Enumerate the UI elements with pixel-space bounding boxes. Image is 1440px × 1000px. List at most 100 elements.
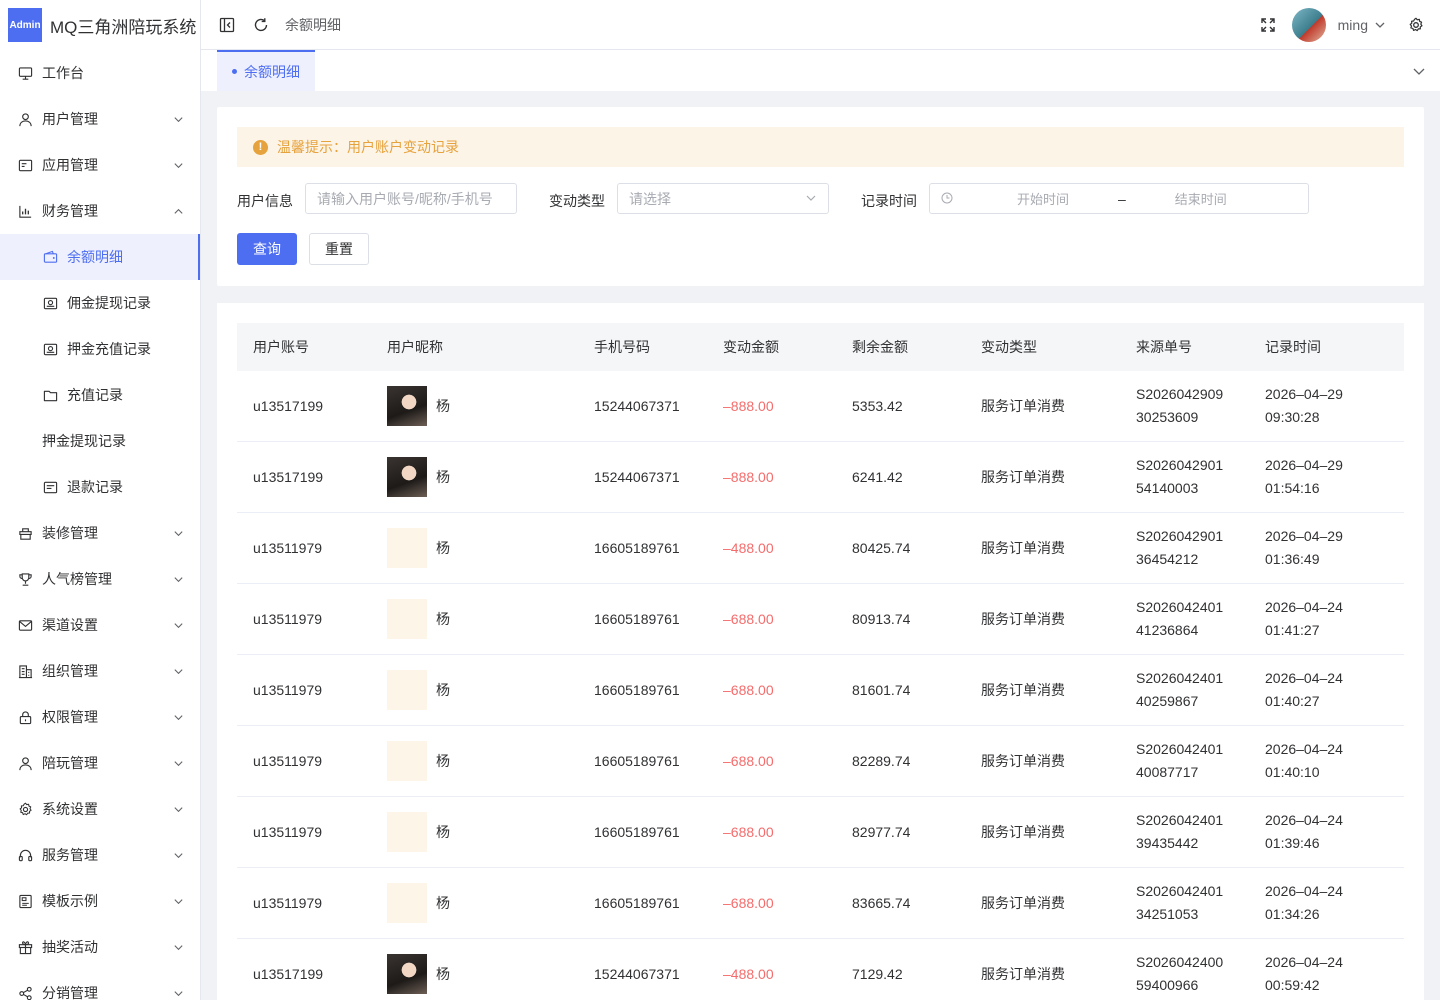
- chevron-up-icon: [172, 205, 184, 217]
- cell-change-amount: –888.00: [723, 469, 774, 485]
- cell-phone: 16605189761: [594, 895, 680, 911]
- cell-change-type: 服务订单消费: [981, 398, 1065, 414]
- cell-change-type: 服务订单消费: [981, 966, 1065, 982]
- source-no-line2: 30253609: [1136, 409, 1199, 425]
- user-avatar-image: [387, 528, 427, 568]
- cell-nickname: 杨: [387, 741, 450, 781]
- sidebar-item-label: 财务管理: [42, 203, 98, 219]
- lock-icon: [17, 709, 33, 725]
- sidebar-item-18[interactable]: 模板示例: [0, 878, 200, 924]
- cell-record-time: 2026–04–24 01:41:27: [1265, 596, 1343, 642]
- cell-source-no: S2026042401 39435442: [1136, 809, 1223, 855]
- sidebar-item-6[interactable]: 押金充值记录: [0, 326, 200, 372]
- cell-change-amount: –688.00: [723, 682, 774, 698]
- avatar[interactable]: [1291, 8, 1326, 42]
- cell-source-no: S2026042901 36454212: [1136, 525, 1223, 571]
- cell-phone: 15244067371: [594, 398, 680, 414]
- sidebar-item-9[interactable]: 退款记录: [0, 464, 200, 510]
- collapse-sidebar-icon[interactable]: [217, 15, 237, 35]
- sidebar-item-0[interactable]: 工作台: [0, 50, 200, 96]
- cell-change-amount: –688.00: [723, 824, 774, 840]
- chevron-down-icon[interactable]: [1370, 15, 1390, 35]
- recharge-icon: [42, 341, 58, 357]
- tab-balance-detail[interactable]: 余额明细: [217, 50, 315, 91]
- nickname-text: 杨: [436, 824, 450, 840]
- cell-change-amount: –688.00: [723, 895, 774, 911]
- app-icon: [17, 157, 33, 173]
- sidebar-item-4[interactable]: 余额明细: [0, 234, 200, 280]
- user-avatar-image: [387, 457, 427, 497]
- search-button[interactable]: 查询: [237, 233, 297, 265]
- sidebar-item-label: 模板示例: [42, 893, 98, 909]
- cell-record-time: 2026–04–29 01:54:16: [1265, 454, 1343, 500]
- cell-nickname: 杨: [387, 528, 450, 568]
- cell-nickname: 杨: [387, 457, 450, 497]
- column-header: 来源单号: [1136, 338, 1192, 355]
- topbar: 余额明细 ming: [201, 0, 1440, 50]
- table-row: u13517199 杨 15244067371 –888.00 5353.42 服务订单消…: [237, 371, 1404, 442]
- sidebar-item-14[interactable]: 权限管理: [0, 694, 200, 740]
- sidebar-item-13[interactable]: 组织管理: [0, 648, 200, 694]
- decor-icon: [17, 525, 33, 541]
- username[interactable]: ming: [1338, 17, 1368, 33]
- sidebar-item-2[interactable]: 应用管理: [0, 142, 200, 188]
- cell-change-amount: –488.00: [723, 540, 774, 556]
- sidebar-item-20[interactable]: 分销管理: [0, 970, 200, 1000]
- record-time-label: 记录时间: [861, 193, 917, 209]
- source-no-line2: 40087717: [1136, 764, 1199, 780]
- record-date: 2026–04–24: [1265, 741, 1343, 757]
- cell-nickname: 杨: [387, 670, 450, 710]
- sidebar-item-19[interactable]: 抽奖活动: [0, 924, 200, 970]
- sidebar-item-16[interactable]: 系统设置: [0, 786, 200, 832]
- cell-account: u13511979: [253, 540, 323, 556]
- refresh-icon[interactable]: [251, 15, 271, 35]
- user-info-label: 用户信息: [237, 193, 293, 209]
- chevron-down-icon: [172, 849, 184, 861]
- chevron-down-icon: [172, 987, 184, 999]
- sidebar-item-12[interactable]: 渠道设置: [0, 602, 200, 648]
- sidebar-item-15[interactable]: 陪玩管理: [0, 740, 200, 786]
- gear-icon[interactable]: [1406, 15, 1426, 35]
- record-date: 2026–04–24: [1265, 954, 1343, 970]
- user-info-input[interactable]: 请输入用户账号/昵称/手机号: [305, 183, 517, 214]
- sidebar-item-1[interactable]: 用户管理: [0, 96, 200, 142]
- fullscreen-icon[interactable]: [1258, 15, 1278, 35]
- cell-source-no: S2026042400 59400966: [1136, 951, 1223, 997]
- cell-account: u13511979: [253, 824, 323, 840]
- sidebar-item-17[interactable]: 服务管理: [0, 832, 200, 878]
- sidebar-item-label: 装修管理: [42, 525, 98, 541]
- change-type-select[interactable]: 请选择: [617, 183, 829, 214]
- chevron-down-icon[interactable]: [1412, 64, 1426, 78]
- cell-change-type: 服务订单消费: [981, 469, 1065, 485]
- sidebar-item-7[interactable]: 充值记录: [0, 372, 200, 418]
- cell-account: u13517199: [253, 398, 324, 414]
- alert-tip: ! 温馨提示：用户账户变动记录: [237, 127, 1404, 167]
- sidebar-item-10[interactable]: 装修管理: [0, 510, 200, 556]
- record-clock: 01:34:26: [1265, 906, 1320, 922]
- source-no-line1: S2026042401: [1136, 812, 1224, 828]
- sidebar-item-11[interactable]: 人气榜管理: [0, 556, 200, 602]
- refund-icon: [42, 479, 58, 495]
- reset-button[interactable]: 重置: [309, 233, 369, 265]
- chevron-down-icon: [172, 619, 184, 631]
- table-card: 用户账号 用户昵称 手机号码 变动金额 剩余金额 变动类型 来源单号 记录时间 …: [217, 303, 1424, 1000]
- sidebar-item-5[interactable]: 佣金提现记录: [0, 280, 200, 326]
- sidebar-item-label: 押金充值记录: [67, 341, 151, 357]
- column-header: 剩余金额: [852, 339, 908, 355]
- cell-nickname: 杨: [387, 812, 450, 852]
- template-icon: [17, 893, 33, 909]
- record-clock: 01:40:10: [1265, 764, 1320, 780]
- start-time-input[interactable]: 开始时间: [998, 189, 1088, 208]
- cell-balance: 80913.74: [852, 611, 911, 627]
- cell-phone: 16605189761: [594, 540, 680, 556]
- nickname-text: 杨: [436, 540, 450, 556]
- record-clock: 01:54:16: [1265, 480, 1320, 496]
- sidebar-item-8[interactable]: 押金提现记录: [0, 418, 200, 464]
- brand-logo: Admin: [8, 8, 42, 42]
- end-time-input[interactable]: 结束时间: [1156, 189, 1246, 208]
- cell-balance: 82289.74: [852, 753, 911, 769]
- record-time-range[interactable]: 开始时间 – 结束时间: [929, 183, 1309, 214]
- headset-icon: [17, 847, 33, 863]
- sidebar-item-3[interactable]: 财务管理: [0, 188, 200, 234]
- change-type-placeholder: 请选择: [629, 190, 671, 207]
